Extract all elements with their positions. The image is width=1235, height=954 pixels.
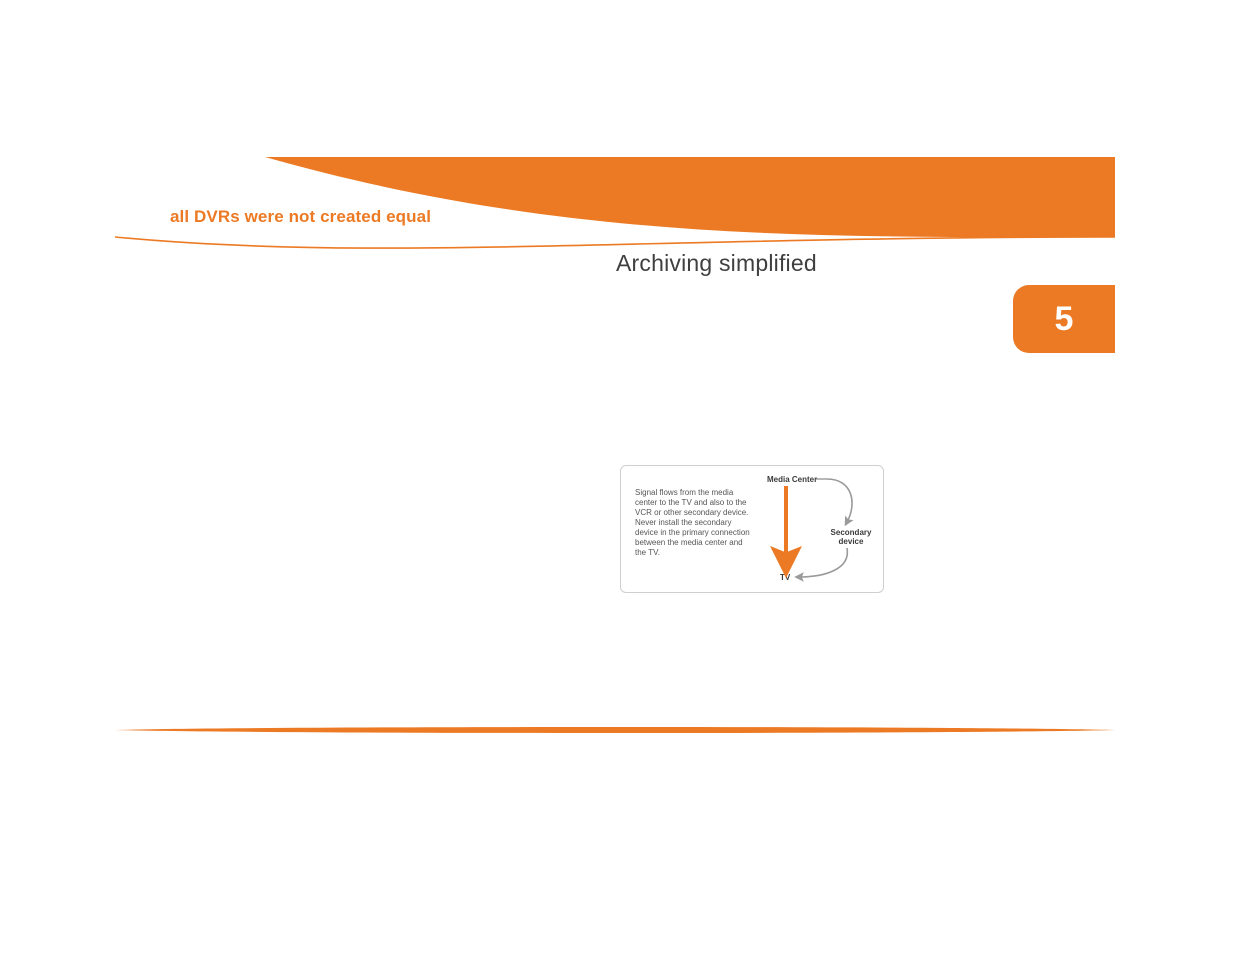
page-number: 5 [1055, 300, 1074, 339]
page: { "header": { "tagline": "all DVRs were … [0, 0, 1235, 954]
arrow-secondary-to-tv-icon [799, 548, 847, 577]
arrow-media-to-secondary-icon [827, 479, 852, 522]
diagram-arrows [621, 466, 883, 592]
footer-rule [115, 726, 1115, 734]
page-number-tab: 5 [1013, 285, 1115, 353]
section-title: Archiving simplified [616, 250, 817, 277]
signal-flow-diagram: Signal flows from the media center to th… [620, 465, 884, 593]
header-tagline: all DVRs were not created equal [170, 207, 431, 227]
